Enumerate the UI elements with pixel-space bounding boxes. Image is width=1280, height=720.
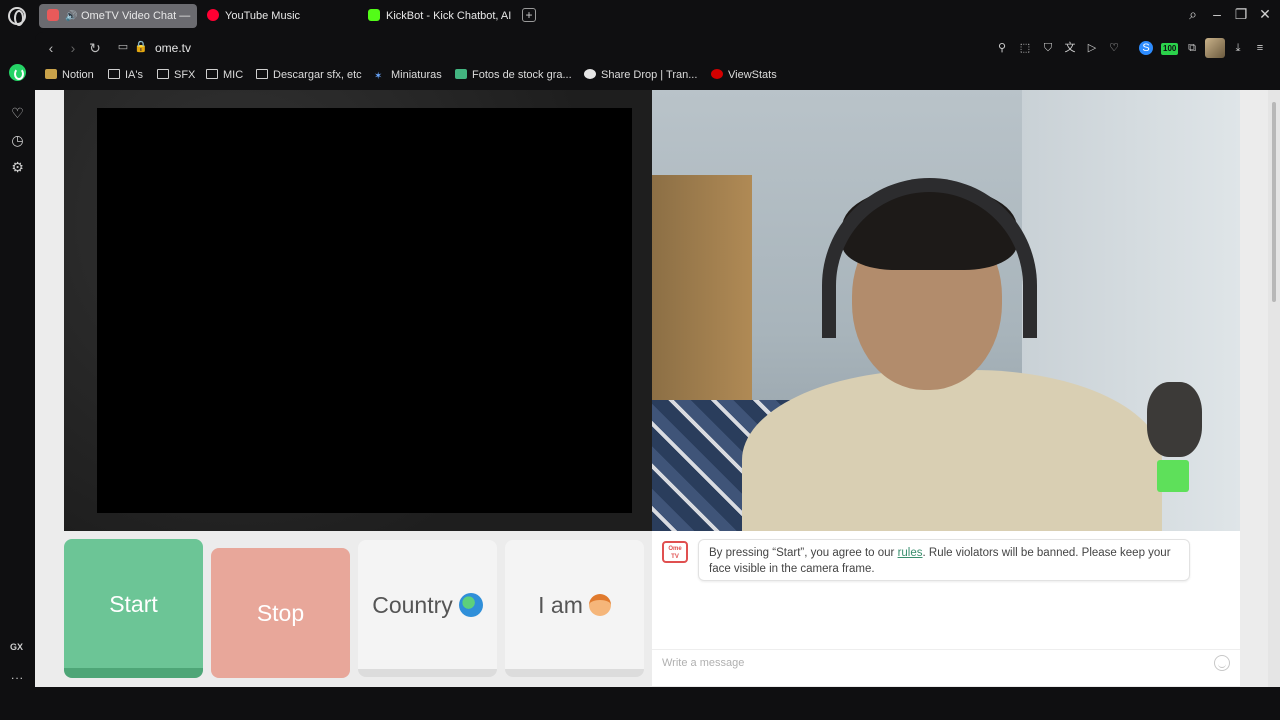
close-icon[interactable]: ✕: [1255, 6, 1275, 23]
bookmark-mic[interactable]: MIC: [206, 69, 243, 81]
stop-button[interactable]: Stop: [211, 548, 350, 678]
bookmark-fotos-stock[interactable]: Fotos de stock gra...: [455, 69, 572, 81]
system-message: By pressing “Start”, you agree to our ru…: [698, 539, 1190, 581]
download-icon[interactable]: ⤓: [1231, 41, 1245, 55]
bookmark-label: ViewStats: [728, 69, 777, 81]
bookmark-ias[interactable]: IA's: [108, 69, 143, 81]
ometv-favicon-icon: [47, 9, 59, 21]
translate-icon[interactable]: 文: [1063, 41, 1077, 55]
bookmark-label: SFX: [174, 69, 196, 81]
tab-kickbot[interactable]: KickBot - Kick Chatbot, AI: [368, 4, 518, 28]
extensions-icon[interactable]: ⧉: [1185, 41, 1199, 55]
new-tab-button[interactable]: +: [522, 8, 536, 22]
notion-icon: [45, 69, 57, 79]
extension-badge[interactable]: 100: [1161, 43, 1179, 55]
whatsapp-icon[interactable]: [9, 64, 26, 81]
heart-icon[interactable]: ♡: [9, 105, 26, 122]
bookmark-sharedrop[interactable]: Share Drop | Tran...: [584, 69, 697, 81]
shazam-icon[interactable]: S: [1139, 41, 1153, 55]
star-icon: ✶: [374, 71, 383, 82]
menu-icon[interactable]: ≡: [1253, 41, 1267, 55]
boy-icon: [588, 594, 611, 616]
local-camera-video: [652, 90, 1240, 531]
globe-icon: [458, 593, 483, 617]
sharedrop-icon: [584, 69, 596, 79]
address-bar: ‹ › ↻ ▭ 🔒 ome.tv ⚲ ⬚ ⛉ 文 ▷ ♡ S 100 ⧉ ⤓ ≡: [35, 32, 1280, 64]
bookmark-label: MIC: [223, 69, 244, 81]
tab-label: OmeTV Video Chat —: [81, 10, 191, 22]
video-dog-figure: [1147, 382, 1202, 457]
bookmark-viewstats[interactable]: ViewStats: [711, 69, 777, 81]
heart-outline-icon[interactable]: ♡: [1107, 41, 1121, 55]
start-button[interactable]: Start: [64, 539, 203, 678]
forward-icon[interactable]: ›: [65, 40, 81, 56]
message-input[interactable]: Write a message: [652, 649, 1240, 677]
opera-logo-icon[interactable]: [8, 7, 26, 26]
shield-icon[interactable]: ⛉: [1041, 41, 1055, 55]
rules-link[interactable]: rules: [898, 547, 923, 559]
camera-icon[interactable]: ▭: [115, 40, 131, 53]
bookmark-label: IA's: [125, 69, 143, 81]
snapshot-icon[interactable]: ⬚: [1018, 41, 1032, 55]
folder-icon: [157, 69, 169, 79]
folder-icon: [206, 69, 218, 79]
bookmark-miniaturas[interactable]: ✶ Miniaturas: [374, 69, 442, 82]
play-icon[interactable]: ▷: [1085, 41, 1099, 55]
reload-icon[interactable]: ↻: [87, 40, 103, 57]
viewstats-icon: [711, 69, 723, 79]
chat-panel: Ome TV By pressing “Start”, you agree to…: [652, 531, 1240, 686]
page-scrollbar[interactable]: [1268, 90, 1280, 687]
i-am-label: I am: [538, 592, 583, 618]
tab-youtube-music[interactable]: YouTube Music: [207, 4, 357, 28]
gx-control-label[interactable]: GX: [10, 642, 23, 652]
bookmark-label: Descargar sfx, etc: [273, 69, 362, 81]
tab-ometv[interactable]: 🔊 OmeTV Video Chat —: [39, 4, 197, 28]
video-person-body: [742, 370, 1162, 531]
browser-sidebar: ♡ ◷ ⚙ GX ...: [0, 0, 35, 720]
minimize-icon[interactable]: –: [1207, 6, 1227, 22]
bookmark-sfx[interactable]: SFX: [157, 69, 195, 81]
bookmark-descargar[interactable]: Descargar sfx, etc: [256, 69, 362, 81]
tab-label: KickBot - Kick Chatbot, AI: [386, 10, 512, 22]
folder-icon: [256, 69, 268, 79]
ometv-logo: Ome TV: [662, 541, 688, 563]
bookmark-label: Miniaturas: [391, 69, 442, 81]
video-headphones: [822, 178, 1037, 338]
country-label: Country: [372, 592, 453, 618]
lock-icon[interactable]: 🔒: [133, 40, 149, 53]
youtube-music-icon: [207, 9, 219, 21]
kickbot-icon: [368, 9, 380, 21]
tab-label: YouTube Music: [225, 10, 301, 22]
tab-bar: 🔊 OmeTV Video Chat — YouTube Music KickBo…: [35, 0, 1280, 32]
pin-icon[interactable]: ⚲: [995, 41, 1009, 55]
folder-icon: [108, 69, 120, 79]
search-icon[interactable]: ⌕: [1183, 6, 1203, 23]
settings-icon[interactable]: ⚙: [9, 159, 26, 176]
bookmark-notion[interactable]: Notion: [45, 69, 94, 81]
bookmarks-bar: Notion IA's SFX MIC Descargar sfx, etc ✶…: [35, 64, 1280, 88]
bookmark-label: Fotos de stock gra...: [472, 69, 572, 81]
sidebar-more-icon[interactable]: ...: [11, 668, 24, 682]
scrollbar-thumb[interactable]: [1272, 102, 1276, 302]
bookmark-label: Notion: [62, 69, 94, 81]
speaker-icon[interactable]: 🔊: [65, 5, 77, 28]
profile-avatar[interactable]: [1205, 38, 1225, 58]
video-green-cube: [1157, 460, 1189, 492]
emoji-icon[interactable]: [1214, 655, 1230, 671]
restore-icon[interactable]: ❐: [1231, 6, 1251, 23]
back-icon[interactable]: ‹: [43, 40, 59, 56]
stock-icon: [455, 69, 467, 79]
country-button[interactable]: Country: [358, 540, 497, 677]
bottom-strip: [35, 687, 1280, 720]
ometv-page: Start Stop Country I am Ome TV By pressi…: [35, 90, 1280, 687]
video-shelf: [652, 175, 752, 415]
i-am-button[interactable]: I am: [505, 540, 644, 677]
history-icon[interactable]: ◷: [9, 132, 26, 149]
message-text-before: By pressing “Start”, you agree to our: [709, 547, 898, 559]
remote-video-frame: [97, 108, 632, 513]
bookmark-label: Share Drop | Tran...: [601, 69, 698, 81]
url-field[interactable]: ome.tv: [155, 41, 191, 55]
remote-video: [64, 90, 652, 531]
